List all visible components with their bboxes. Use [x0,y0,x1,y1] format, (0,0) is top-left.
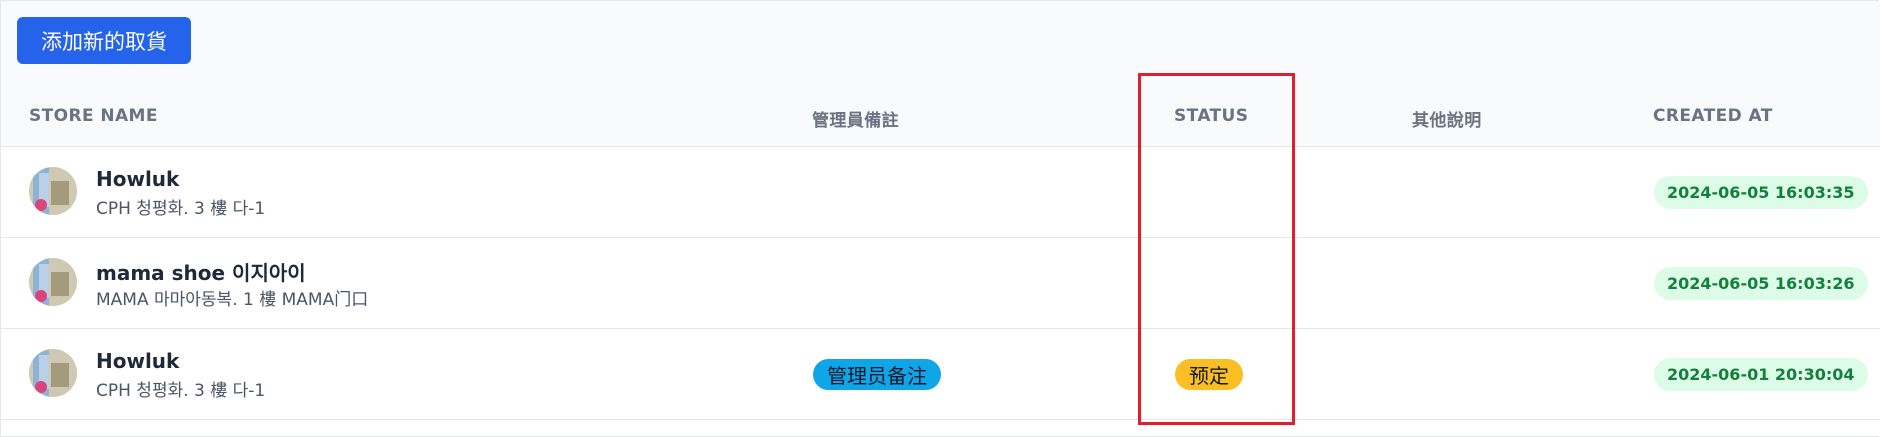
store-address: CPH 청평화. 3 樓 다-1 [96,381,266,401]
store-name: mama shoe 이지아이 [96,261,306,285]
created-at-badge: 2024-06-05 16:03:35 [1654,176,1868,209]
table-toolbar [1,1,1880,146]
column-header-status[interactable]: STATUS [1174,106,1248,126]
store-avatar [29,167,77,215]
store-avatar [29,258,77,306]
add-new-pickup-button[interactable]: 添加新的取貨 [17,17,191,64]
row-divider [1,419,1880,420]
store-address: CPH 청평화. 3 樓 다-1 [96,199,266,219]
created-at-badge: 2024-06-01 20:30:04 [1654,358,1868,391]
status-badge: 预定 [1175,359,1243,390]
store-address: MAMA 마마아동복. 1 樓 MAMA门口 [96,290,369,310]
store-name: Howluk [96,349,180,373]
column-header-other-notes[interactable]: 其他說明 [1412,106,1482,131]
column-header-admin-note[interactable]: 管理員備註 [812,106,899,131]
column-header-store-name[interactable]: STORE NAME [29,106,158,126]
table-row[interactable]: Howluk CPH 청평화. 3 樓 다-1 管理员备注 预定 2024-06… [1,329,1880,419]
store-avatar [29,349,77,397]
store-name: Howluk [96,167,180,191]
admin-note-badge: 管理员备注 [813,359,941,390]
table-row[interactable]: Howluk CPH 청평화. 3 樓 다-1 2024-06-05 16:03… [1,147,1880,237]
table-row[interactable]: mama shoe 이지아이 MAMA 마마아동복. 1 樓 MAMA门口 20… [1,238,1880,328]
column-header-created-at[interactable]: CREATED AT [1653,106,1773,126]
created-at-badge: 2024-06-05 16:03:26 [1654,267,1868,300]
